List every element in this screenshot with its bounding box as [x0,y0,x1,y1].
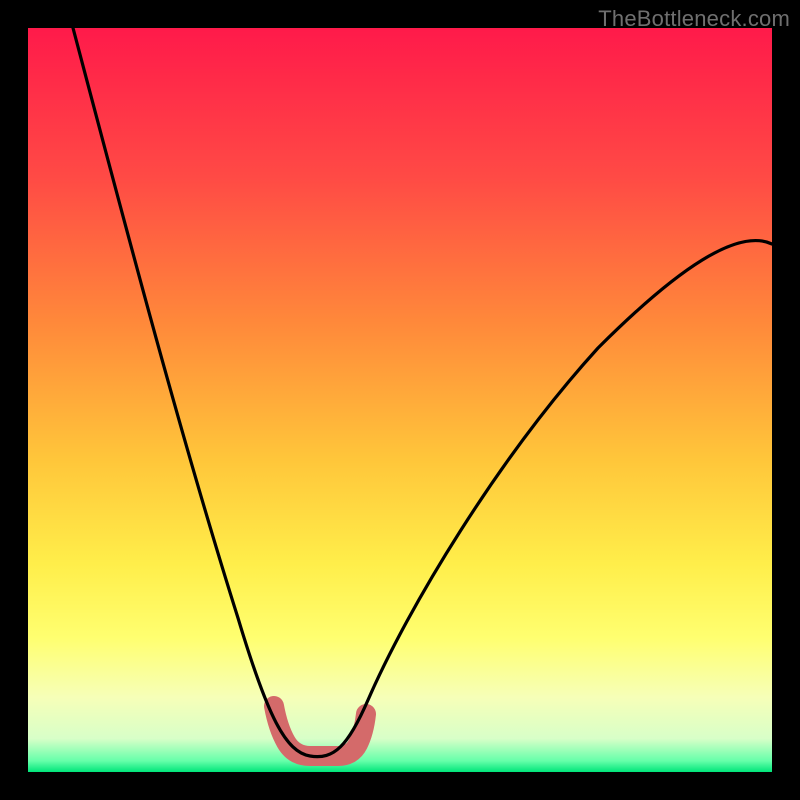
outer-frame: TheBottleneck.com [0,0,800,800]
gradient-background [28,28,772,772]
plot-area [28,28,772,772]
chart-svg [28,28,772,772]
watermark-text: TheBottleneck.com [598,6,790,32]
